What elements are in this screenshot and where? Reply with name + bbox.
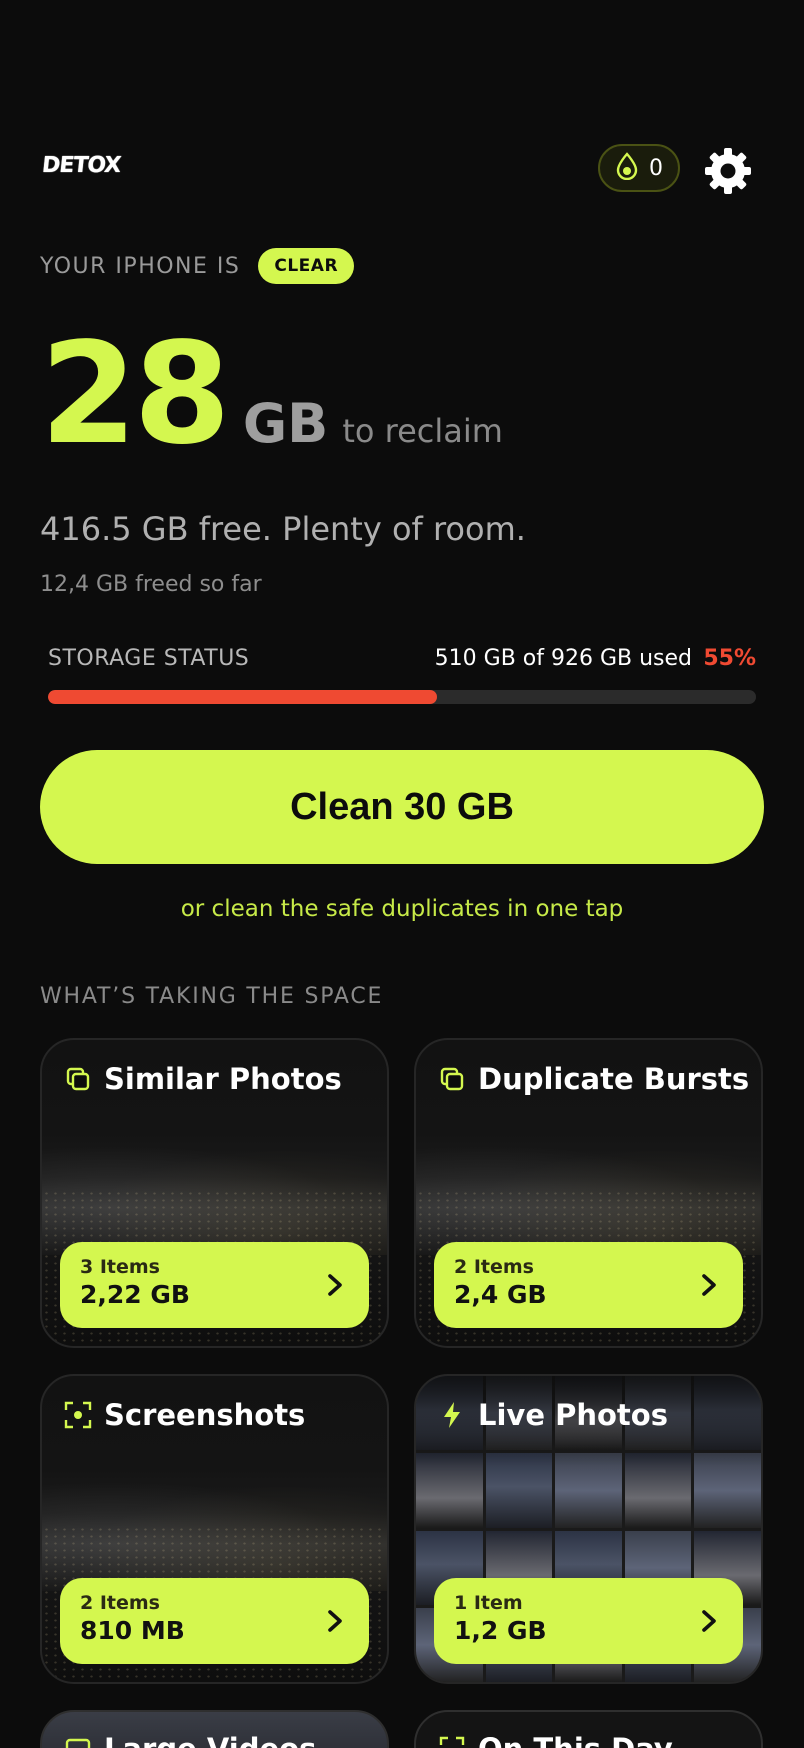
storage-used-text: 510 GB of 926 GB used: [434, 646, 692, 671]
card-open-button[interactable]: 2 Items 2,4 GB: [434, 1242, 743, 1328]
clean-button[interactable]: Clean 30 GB: [40, 750, 764, 864]
card-title: Screenshots: [104, 1398, 306, 1432]
top-bar: DETOX 0: [40, 140, 764, 200]
chevron-right-icon: [328, 1274, 342, 1296]
drops-count: 0: [649, 155, 663, 181]
gear-icon[interactable]: [702, 145, 754, 197]
storage-progress-fill: [48, 690, 438, 704]
section-title: WHAT’S TAKING THE SPACE: [40, 984, 384, 1009]
reclaim-amount: 28: [40, 313, 231, 476]
storage-status-label: STORAGE STATUS: [48, 646, 250, 671]
chevron-right-icon: [702, 1610, 716, 1632]
category-card-similar-photos[interactable]: Similar Photos 3 Items 2,22 GB: [40, 1038, 389, 1348]
calendar-icon: [438, 1735, 466, 1748]
drops-counter-button[interactable]: 0: [598, 144, 680, 192]
item-count: 2 Items: [454, 1256, 534, 1278]
copy-icon: [438, 1065, 466, 1093]
card-open-button[interactable]: 1 Item 1,2 GB: [434, 1578, 743, 1664]
card-title: Live Photos: [478, 1398, 668, 1432]
drop-icon: [615, 152, 639, 184]
item-count: 2 Items: [80, 1592, 160, 1614]
item-count: 1 Item: [454, 1592, 523, 1614]
video-icon: [64, 1735, 92, 1748]
chevron-right-icon: [328, 1610, 342, 1632]
item-count: 3 Items: [80, 1256, 160, 1278]
item-size: 810 MB: [80, 1616, 185, 1645]
storage-progress-bar: [48, 690, 756, 704]
reclaim-suffix: to reclaim: [342, 412, 503, 450]
bolt-icon: [438, 1401, 466, 1429]
freed-so-far-text: 12,4 GB freed so far: [40, 572, 262, 597]
storage-status-row: STORAGE STATUS 510 GB of 926 GB used 55%: [48, 646, 756, 676]
item-size: 1,2 GB: [454, 1616, 547, 1645]
storage-percent: 55%: [703, 646, 756, 671]
reclaim-unit: GB: [242, 392, 329, 455]
card-title: Similar Photos: [104, 1062, 342, 1096]
category-card-large-videos[interactable]: Large Videos: [40, 1710, 389, 1748]
status-label: YOUR IPHONE IS: [40, 253, 241, 279]
category-card-screenshots[interactable]: Screenshots 2 Items 810 MB: [40, 1374, 389, 1684]
clean-safe-duplicates-link[interactable]: or clean the safe duplicates in one tap: [0, 896, 804, 922]
status-badge: CLEAR: [258, 248, 355, 284]
card-title: On This Day: [478, 1732, 673, 1748]
card-open-button[interactable]: 3 Items 2,22 GB: [60, 1242, 369, 1328]
item-size: 2,4 GB: [454, 1280, 547, 1309]
item-size: 2,22 GB: [80, 1280, 190, 1309]
category-card-live-photos[interactable]: Live Photos 1 Item 1,2 GB: [414, 1374, 763, 1684]
copy-icon: [64, 1065, 92, 1093]
chevron-right-icon: [702, 1274, 716, 1296]
category-card-on-this-day[interactable]: On This Day: [414, 1710, 763, 1748]
reclaim-summary: 28 GB to reclaim: [40, 325, 503, 465]
free-space-text: 416.5 GB free. Plenty of room.: [40, 510, 526, 548]
phone-status-line: YOUR IPHONE IS CLEAR: [40, 248, 355, 284]
card-title: Large Videos: [104, 1732, 316, 1748]
app-logo: DETOX: [40, 153, 122, 178]
screenshot-icon: [64, 1401, 92, 1429]
card-open-button[interactable]: 2 Items 810 MB: [60, 1578, 369, 1664]
card-title: Duplicate Bursts: [478, 1062, 750, 1096]
category-card-duplicate-bursts[interactable]: Duplicate Bursts 2 Items 2,4 GB: [414, 1038, 763, 1348]
